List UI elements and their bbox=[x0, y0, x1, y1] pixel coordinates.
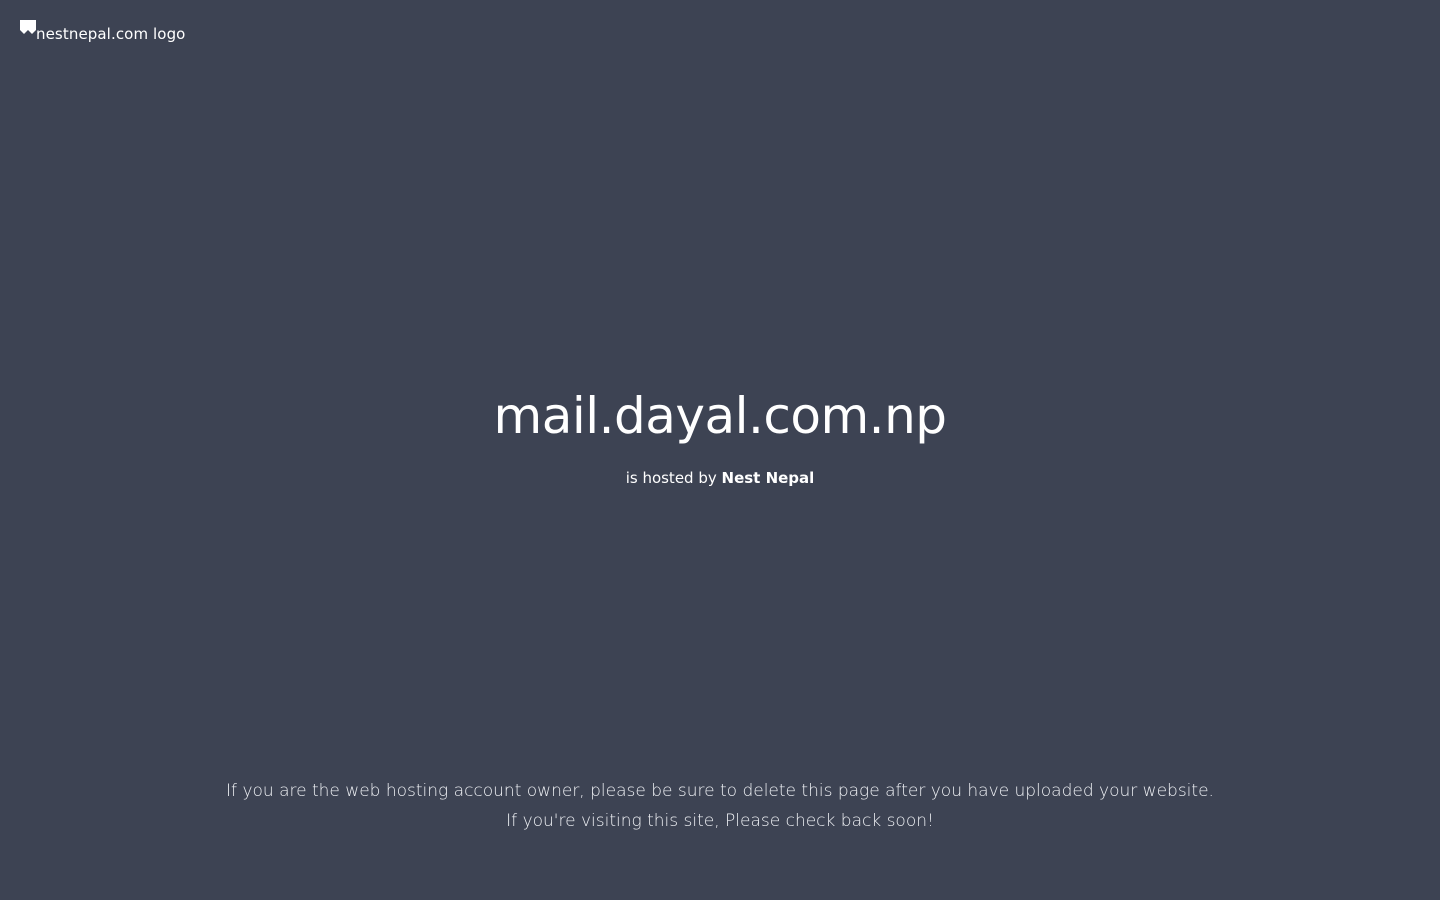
domain-title: mail.dayal.com.np bbox=[493, 387, 947, 445]
footer-owner-notice: If you are the web hosting account owner… bbox=[226, 781, 1214, 801]
site-logo[interactable]: nestnepal.com logo bbox=[20, 20, 185, 44]
footer-visitor-notice: If you're visiting this site, Please che… bbox=[506, 811, 934, 831]
hero: mail.dayal.com.np is hosted by Nest Nepa… bbox=[0, 384, 1440, 488]
hosted-by-line: is hosted by Nest Nepal bbox=[0, 468, 1440, 488]
broken-image-icon bbox=[20, 20, 36, 36]
footer-notice: If you are the web hosting account owner… bbox=[0, 776, 1440, 836]
host-name: Nest Nepal bbox=[721, 469, 815, 487]
hosted-by-prefix: is hosted by bbox=[625, 469, 722, 487]
logo-alt-text: nestnepal.com logo bbox=[36, 25, 186, 43]
page: nestnepal.com logo mail.dayal.com.np is … bbox=[0, 0, 1440, 900]
